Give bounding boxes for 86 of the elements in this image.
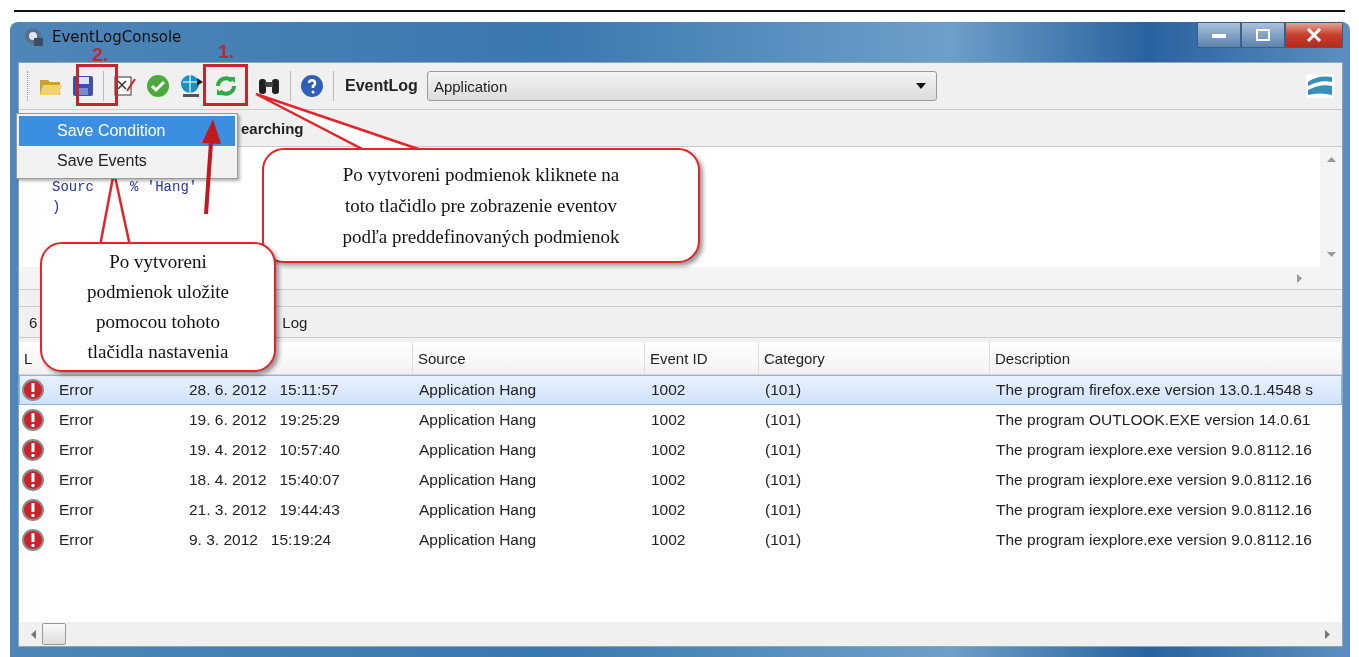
logo-icon [1306, 74, 1334, 98]
help-icon[interactable] [300, 74, 324, 98]
error-icon [21, 378, 45, 402]
eventlog-label: EventLog [345, 77, 418, 95]
table-cell: (101) [765, 381, 802, 399]
edit-condition-icon[interactable] [113, 75, 137, 97]
close-button[interactable] [1285, 22, 1343, 48]
column-header[interactable]: Category [764, 349, 825, 367]
table-cell: 1002 [651, 501, 686, 519]
minimize-button[interactable] [1197, 22, 1241, 48]
scroll-right-icon[interactable] [1325, 629, 1330, 639]
status-text: Log [282, 313, 308, 331]
table-cell: 1002 [651, 471, 686, 489]
table-cell: 19. 6. 2012 19:25:29 [189, 411, 340, 429]
column-header[interactable]: L [24, 349, 33, 367]
table-cell: 21. 3. 2012 19:44:43 [189, 501, 340, 519]
column-header[interactable]: Source [418, 349, 466, 367]
close-icon [1306, 28, 1322, 42]
column-header[interactable]: Event ID [650, 349, 708, 367]
table-cell: (101) [765, 501, 802, 519]
table-row[interactable]: Error 18. 4. 2012 15:40:07 Application Hang 1002 (101) The program iexplore.exe version 9.0.8112.16 [19, 465, 1342, 495]
refresh-icon[interactable] [214, 74, 238, 98]
code-text: % 'Hang' [130, 179, 198, 197]
globe-run-icon[interactable] [179, 74, 205, 98]
horizontal-scrollbar[interactable] [19, 622, 1342, 646]
table-row[interactable]: Error 19. 6. 2012 19:25:29 Application Hang 1002 (101) The program OUTLOOK.EXE version 14.0.61 [19, 405, 1342, 435]
table-cell: Error [59, 411, 94, 429]
table-cell: 9. 3. 2012 15:19:24 [189, 531, 332, 549]
table-cell: Error [59, 501, 94, 519]
menu-item[interactable]: Save Events [19, 146, 235, 176]
scroll-right-icon[interactable] [1297, 273, 1302, 283]
table-cell: 28. 6. 2012 15:11:57 [189, 381, 339, 399]
highlight-frame [203, 64, 248, 106]
table-cell: (101) [765, 441, 802, 459]
scroll-down-icon[interactable] [1326, 252, 1336, 257]
table-cell: Application Hang [419, 471, 537, 489]
scroll-up-icon[interactable] [1326, 157, 1336, 162]
maximize-icon [1256, 29, 1270, 41]
table-cell: Error [59, 531, 94, 549]
table-cell: (101) [765, 471, 802, 489]
highlight-frame [76, 64, 118, 106]
tab[interactable]: earching [241, 119, 304, 137]
table-cell: 1002 [651, 411, 686, 429]
window-title: EventLogConsole [52, 27, 182, 47]
table-cell: Application Hang [419, 411, 537, 429]
table-cell: The program firefox.exe version 13.0.1.4548 s [996, 381, 1314, 399]
caret-icon [915, 83, 926, 89]
table-row[interactable]: Error 9. 3. 2012 15:19:24 Application Hang 1002 (101) The program iexplore.exe version 9.0.8112.16 [19, 525, 1342, 555]
callout-tooltip: Po vytvoreni podmienok uložite pomocou tohoto tlačidla nastavenia [40, 242, 276, 372]
table-cell: The program OUTLOOK.EXE version 14.0.61 [996, 411, 1311, 429]
table-row[interactable]: Error 19. 4. 2012 10:57:40 Application Hang 1002 (101) The program iexplore.exe version 9.0.8112.16 [19, 435, 1342, 465]
table-cell: Error [59, 381, 94, 399]
step-number: 1. [218, 42, 234, 62]
table-cell: Error [59, 471, 94, 489]
code-text: ) [52, 199, 61, 217]
table-cell: (101) [765, 411, 802, 429]
table-cell: Application Hang [419, 381, 537, 399]
step-number: 2. [92, 45, 108, 65]
save-icon[interactable] [72, 75, 94, 97]
table-cell: (101) [765, 531, 802, 549]
check-icon[interactable] [146, 74, 170, 98]
app-icon [24, 27, 44, 47]
table-cell: 19. 4. 2012 10:57:40 [189, 441, 340, 459]
table-cell: 1002 [651, 441, 686, 459]
table-cell: Application Hang [419, 531, 537, 549]
status-text: 6 [29, 313, 38, 331]
table-cell: 1002 [651, 381, 686, 399]
table-cell: Application Hang [419, 441, 537, 459]
minimize-icon [1212, 32, 1226, 38]
table-cell: The program iexplore.exe version 9.0.8112.16 [996, 471, 1312, 489]
table-row[interactable]: Error 21. 3. 2012 19:44:43 Application Hang 1002 (101) The program iexplore.exe version 9.0.8112.16 [19, 495, 1342, 525]
code-text: Sourc [52, 179, 94, 197]
eventlog-dropdown[interactable]: Application [426, 71, 937, 101]
table-cell: 1002 [651, 531, 686, 549]
scroll-left-icon[interactable] [31, 629, 36, 639]
table-cell: Error [59, 441, 94, 459]
table-cell: The program iexplore.exe version 9.0.8112.16 [996, 441, 1312, 459]
table-cell: The program iexplore.exe version 9.0.8112.16 [996, 531, 1312, 549]
table-cell: 18. 4. 2012 15:40:07 [189, 471, 340, 489]
table-cell: Application Hang [419, 501, 537, 519]
table-row[interactable]: Error 28. 6. 2012 15:11:57 Application Hang 1002 (101) The program firefox.exe version 13.0.1.4548 s [19, 375, 1342, 405]
maximize-button[interactable] [1241, 22, 1285, 48]
scrollbar-thumb[interactable] [42, 623, 66, 645]
column-header[interactable]: Description [995, 349, 1071, 367]
binoculars-icon[interactable] [257, 76, 281, 96]
table-cell: The program iexplore.exe version 9.0.8112.16 [996, 501, 1312, 519]
